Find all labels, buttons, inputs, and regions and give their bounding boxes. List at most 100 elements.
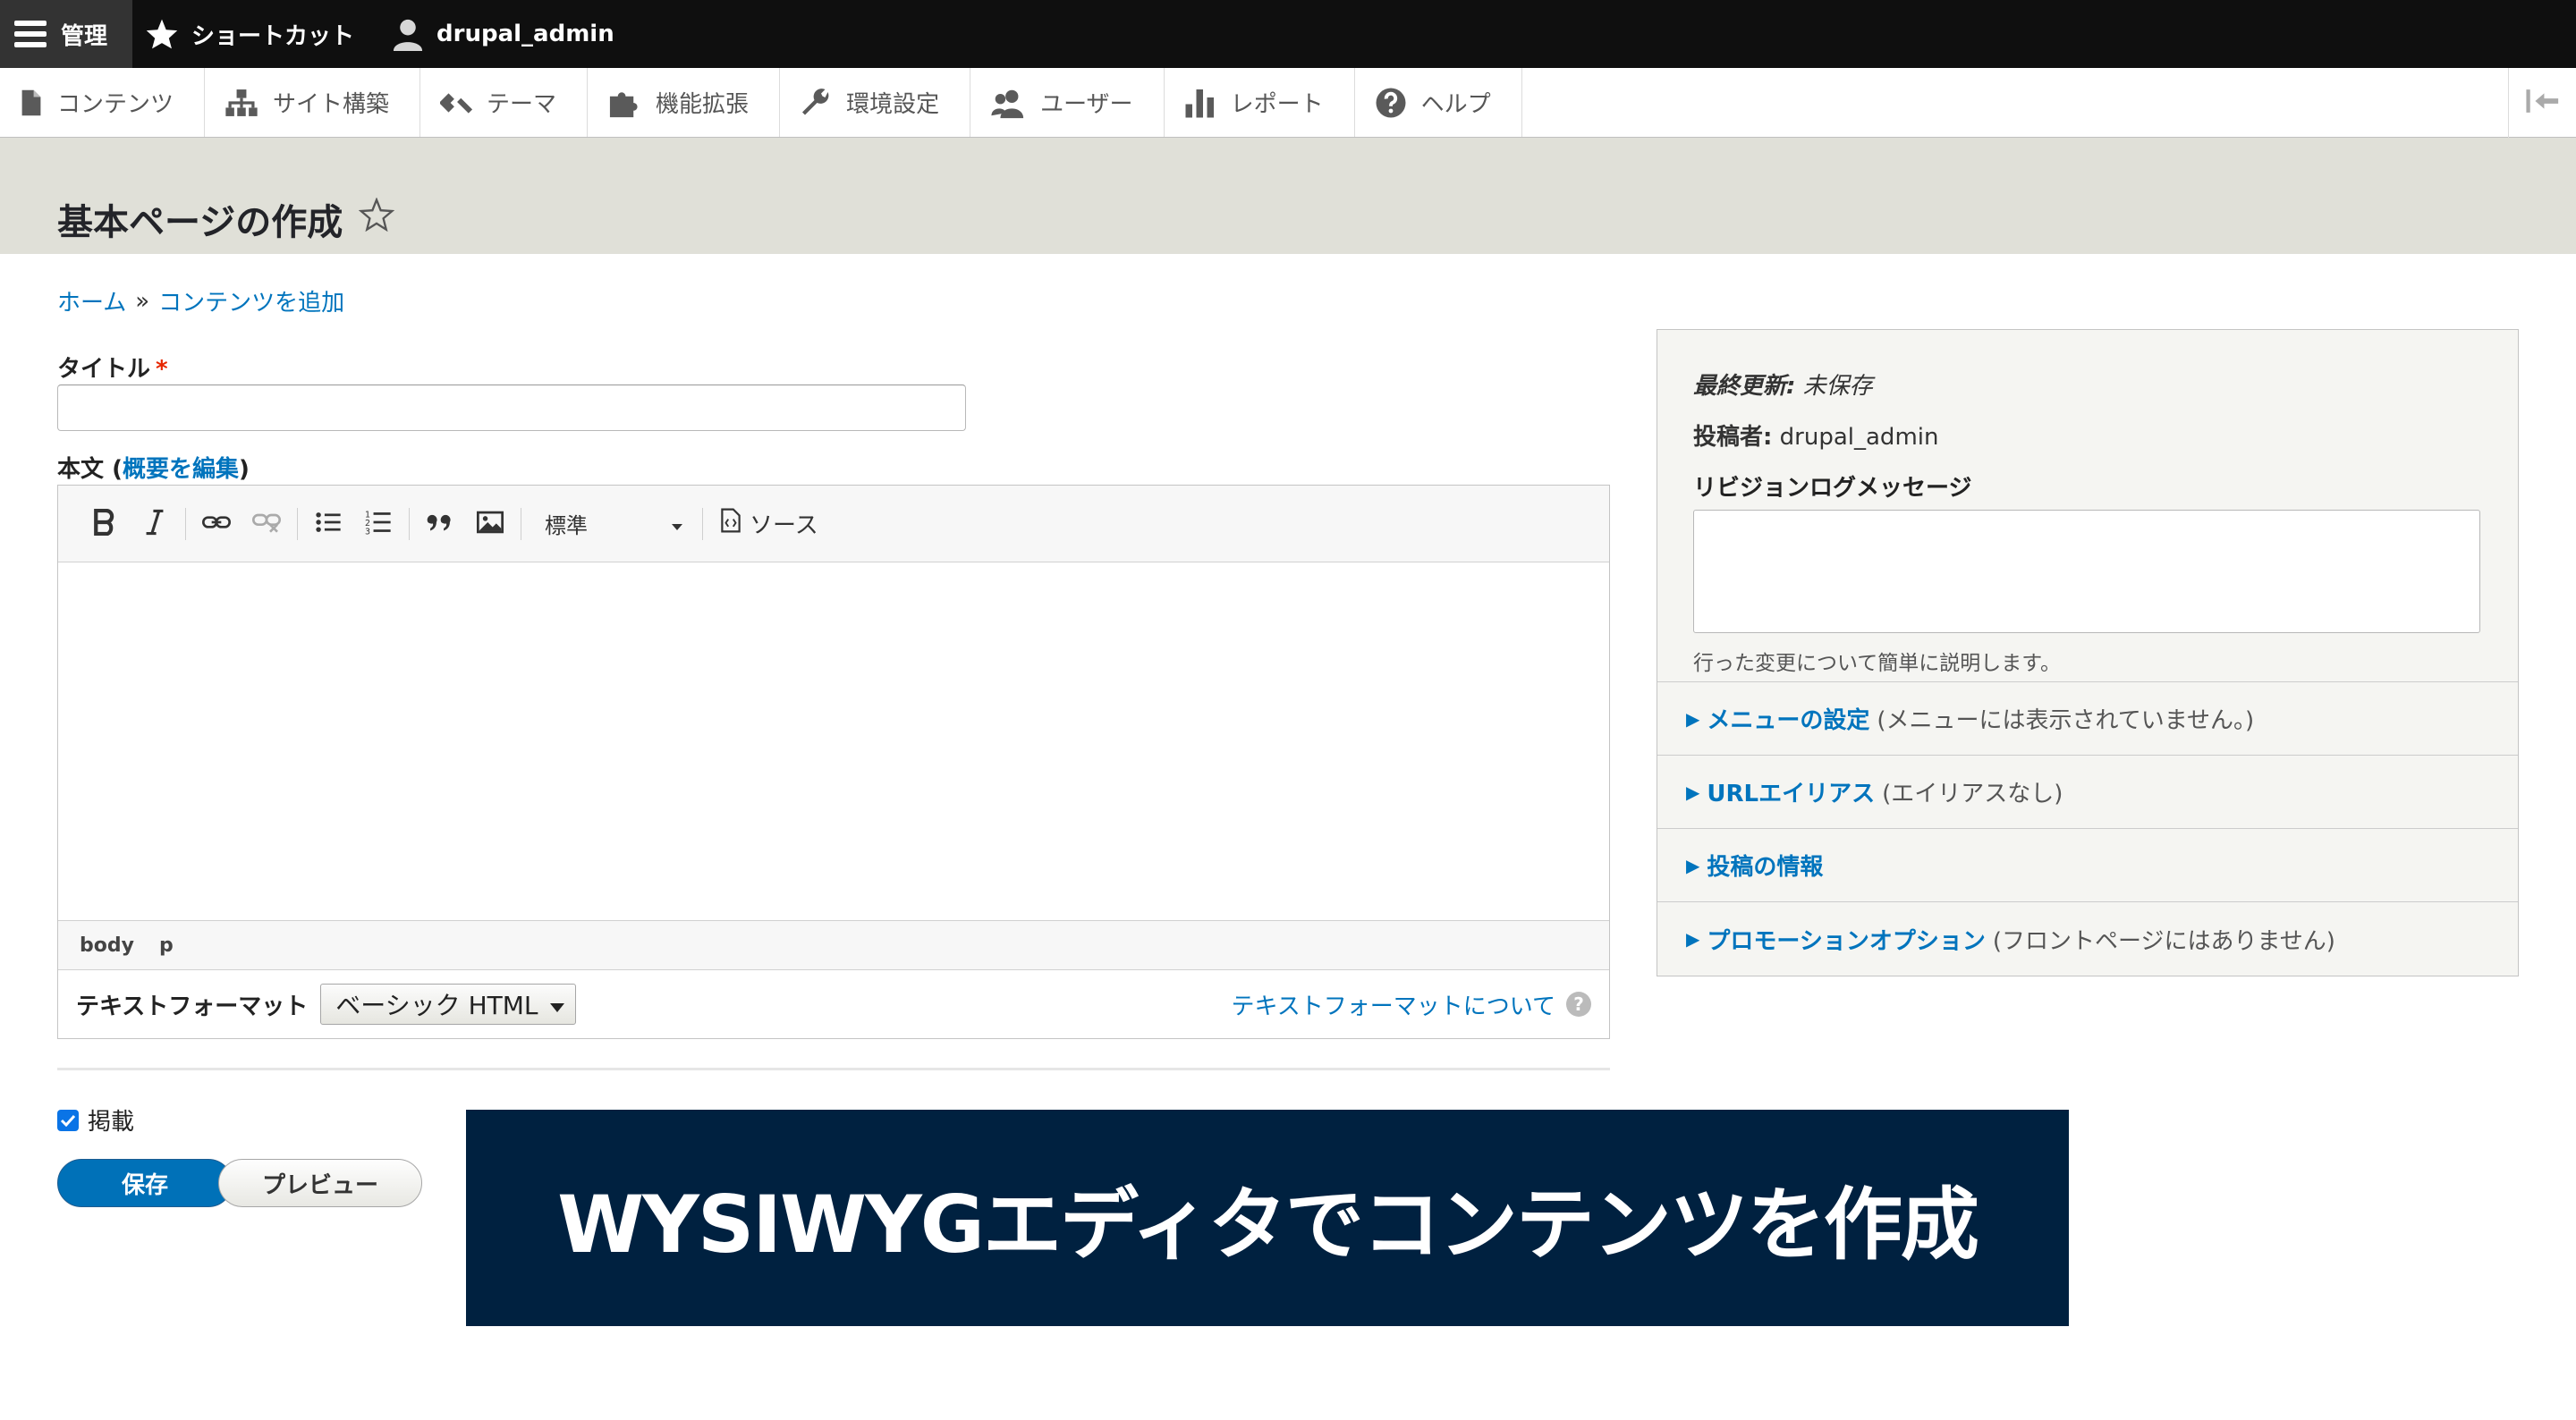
body-label: 本文 (概要を編集) bbox=[57, 451, 250, 484]
details-url-alias[interactable]: ▶ URLエイリアス (エイリアスなし) bbox=[1657, 756, 2518, 829]
revision-log-description: 行った変更について簡単に説明します。 bbox=[1693, 652, 2062, 675]
published-checkbox-row: 掲載 bbox=[57, 1103, 134, 1137]
author-label: 投稿者: bbox=[1693, 424, 1773, 451]
tray-item-label: 機能拡張 bbox=[656, 91, 750, 118]
breadcrumb-add-content-link[interactable]: コンテンツを追加 bbox=[158, 284, 344, 317]
body-paren-open: ( bbox=[112, 456, 123, 483]
link-button[interactable] bbox=[191, 499, 242, 549]
user-icon bbox=[392, 17, 424, 51]
preview-button[interactable]: プレビュー bbox=[218, 1159, 422, 1207]
user-menu-button[interactable]: drupal_admin bbox=[379, 0, 640, 68]
paragraph-format-value: 標準 bbox=[545, 513, 588, 538]
admin-toolbar: 管理 ショートカット drupal_admin bbox=[0, 0, 2576, 68]
last-updated-row: 最終更新: 未保存 bbox=[1693, 368, 2482, 401]
body-paren-close: ) bbox=[238, 456, 250, 483]
tray-item-appearance[interactable]: テーマ bbox=[420, 68, 589, 137]
title-label-text: タイトル bbox=[57, 356, 151, 383]
details-promotion-options[interactable]: ▶ プロモーションオプション (フロントページにはありません) bbox=[1657, 902, 2518, 976]
tray-item-help[interactable]: ヘルプ bbox=[1355, 68, 1522, 137]
collapse-left-icon bbox=[2525, 88, 2561, 118]
admin-tray: コンテンツ サイト構築 テーマ 機能拡張 環境設定 ユーザー レポート ヘルプ bbox=[0, 68, 2576, 138]
details-authoring-info[interactable]: ▶ 投稿の情報 bbox=[1657, 829, 2518, 902]
user-label: drupal_admin bbox=[436, 21, 614, 47]
caption-banner: WYSIWYGエディタでコンテンツを作成 bbox=[466, 1110, 2069, 1326]
details-summary: (フロントページにはありません) bbox=[1992, 927, 2335, 955]
hamburger-icon bbox=[13, 19, 48, 49]
tray-item-content[interactable]: コンテンツ bbox=[0, 68, 206, 137]
path-item-body[interactable]: body bbox=[80, 934, 134, 957]
page-title-text: 基本ページの作成 bbox=[57, 202, 343, 243]
tray-item-extend[interactable]: 機能拡張 bbox=[588, 68, 781, 137]
image-icon bbox=[477, 511, 504, 537]
help-icon bbox=[1375, 87, 1407, 119]
toolbar-separator bbox=[702, 507, 703, 540]
expand-triangle-icon: ▶ bbox=[1686, 707, 1700, 730]
toolbar-separator bbox=[409, 507, 410, 540]
path-item-p[interactable]: p bbox=[159, 934, 174, 957]
tray-item-configuration[interactable]: 環境設定 bbox=[780, 68, 971, 137]
question-icon: ? bbox=[1566, 992, 1591, 1017]
puzzle-icon bbox=[607, 87, 641, 119]
text-format-select[interactable]: ベーシック HTML bbox=[320, 984, 577, 1025]
published-label: 掲載 bbox=[88, 1109, 135, 1136]
details-link[interactable]: プロモーションオプション bbox=[1707, 923, 1985, 956]
file-icon bbox=[20, 89, 43, 117]
shortcuts-menu-button[interactable]: ショートカット bbox=[132, 0, 379, 68]
wrench-icon bbox=[800, 87, 832, 119]
unlink-button[interactable] bbox=[242, 499, 292, 549]
tray-item-reports[interactable]: レポート bbox=[1165, 68, 1355, 137]
shortcut-star-icon[interactable] bbox=[358, 197, 395, 241]
numbered-list-button[interactable]: 123 bbox=[353, 499, 403, 549]
blockquote-icon bbox=[427, 511, 453, 537]
unlink-icon bbox=[252, 511, 281, 537]
bar-chart-icon bbox=[1184, 87, 1216, 119]
italic-icon bbox=[145, 509, 165, 539]
bold-button[interactable] bbox=[80, 499, 130, 549]
wysiwyg-editor: 123 標準 ソース body p テキストフォーマット ベーシック HTML bbox=[57, 485, 1610, 1039]
numbered-list-icon: 123 bbox=[365, 510, 392, 538]
bulleted-list-button[interactable] bbox=[303, 499, 353, 549]
tray-orientation-toggle[interactable] bbox=[2508, 68, 2576, 138]
text-format-help-text: テキストフォーマットについて bbox=[1231, 993, 1555, 1020]
editor-content-area[interactable] bbox=[58, 562, 1609, 920]
details-link[interactable]: 投稿の情報 bbox=[1707, 849, 1823, 882]
entity-meta-header: 最終更新: 未保存 投稿者: drupal_admin リビジョンログメッセージ… bbox=[1657, 330, 2518, 682]
revision-log-textarea[interactable] bbox=[1693, 510, 2480, 633]
shortcuts-label: ショートカット bbox=[191, 22, 355, 50]
text-format-help-link[interactable]: テキストフォーマットについて ? bbox=[1232, 988, 1591, 1021]
source-button[interactable]: ソース bbox=[708, 499, 831, 549]
published-checkbox[interactable] bbox=[57, 1109, 79, 1131]
tray-item-label: ヘルプ bbox=[1420, 91, 1491, 118]
save-button[interactable]: 保存 bbox=[57, 1159, 233, 1207]
caption-banner-text: WYSIWYGエディタでコンテンツを作成 bbox=[557, 1178, 1979, 1271]
revision-log-label: リビジョンログメッセージ bbox=[1693, 475, 1972, 502]
page-title: 基本ページの作成 bbox=[57, 193, 395, 245]
details-summary: (メニューには表示されていません。) bbox=[1877, 707, 2255, 734]
details-menu-settings[interactable]: ▶ メニューの設定 (メニューには表示されていません。) bbox=[1657, 682, 2518, 756]
italic-button[interactable] bbox=[130, 499, 180, 549]
text-format-value: ベーシック HTML bbox=[335, 991, 538, 1020]
breadcrumb-separator: » bbox=[135, 287, 150, 315]
title-label: タイトル * bbox=[57, 351, 168, 384]
entity-meta-sidebar: 最終更新: 未保存 投稿者: drupal_admin リビジョンログメッセージ… bbox=[1657, 329, 2519, 976]
tray-item-people[interactable]: ユーザー bbox=[970, 68, 1165, 137]
expand-triangle-icon: ▶ bbox=[1686, 854, 1700, 876]
expand-triangle-icon: ▶ bbox=[1686, 781, 1700, 803]
paragraph-format-dropdown[interactable]: 標準 bbox=[527, 499, 697, 549]
sitemap-icon bbox=[225, 88, 258, 118]
tray-item-structure[interactable]: サイト構築 bbox=[205, 68, 421, 137]
blockquote-button[interactable] bbox=[415, 499, 465, 549]
last-updated-label: 最終更新: bbox=[1693, 373, 1796, 400]
editor-element-path: body p bbox=[58, 920, 1609, 970]
caret-down-icon bbox=[672, 511, 682, 537]
manage-menu-button[interactable]: 管理 bbox=[0, 0, 133, 68]
edit-summary-link[interactable]: 概要を編集 bbox=[123, 456, 239, 483]
details-link[interactable]: メニューの設定 bbox=[1707, 702, 1869, 735]
title-input[interactable] bbox=[57, 385, 966, 431]
details-link[interactable]: URLエイリアス bbox=[1707, 775, 1875, 808]
text-format-wrapper: テキストフォーマット ベーシック HTML テキストフォーマットについて ? bbox=[58, 970, 1609, 1038]
image-button[interactable] bbox=[465, 499, 515, 549]
toolbar-separator bbox=[185, 507, 186, 540]
breadcrumb-home-link[interactable]: ホーム bbox=[57, 284, 126, 317]
link-icon bbox=[202, 512, 231, 536]
